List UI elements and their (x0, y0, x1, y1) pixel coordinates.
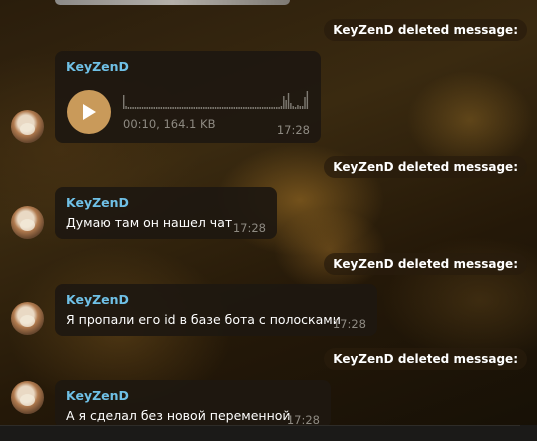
message-bubble[interactable]: KeyZenD А я сделал без новой переменной … (55, 380, 331, 428)
message-time: 17:28 (332, 317, 366, 331)
service-message: KeyZenD deleted message: (324, 348, 527, 370)
sender-avatar[interactable] (11, 302, 44, 335)
message-bubble[interactable]: KeyZenD Я пропали его id в базе бота с п… (55, 284, 377, 336)
sender-name[interactable]: KeyZenD (66, 195, 129, 210)
message-text: Я пропали его id в базе бота с полосками (66, 312, 341, 327)
service-message: KeyZenD deleted message: (324, 19, 527, 41)
sender-avatar[interactable] (11, 381, 44, 414)
input-divider (0, 425, 520, 426)
sender-avatar[interactable] (11, 206, 44, 239)
play-icon (83, 104, 96, 120)
message-text: А я сделал без новой переменной (66, 408, 291, 423)
sender-avatar[interactable] (11, 110, 44, 143)
message-bubble[interactable]: KeyZenD Думаю там он нашел чат 17:28 (55, 187, 277, 239)
voice-duration-size: 00:10, 164.1 KB (123, 117, 216, 131)
play-button[interactable] (67, 90, 111, 134)
service-message: KeyZenD deleted message: (324, 156, 527, 178)
previous-message-bottom-edge (55, 0, 290, 5)
message-time: 17:28 (276, 123, 310, 137)
sender-name[interactable]: KeyZenD (66, 388, 129, 403)
service-message: KeyZenD deleted message: (324, 253, 527, 275)
message-text: Думаю там он нашел чат (66, 215, 233, 230)
voice-waveform[interactable] (123, 91, 309, 109)
voice-message-bubble[interactable]: KeyZenD 00:10, 164.1 KB 17:28 (55, 51, 321, 143)
message-time: 17:28 (232, 221, 266, 235)
sender-name[interactable]: KeyZenD (66, 59, 129, 74)
sender-name[interactable]: KeyZenD (66, 292, 129, 307)
message-input-bar[interactable] (0, 425, 537, 441)
